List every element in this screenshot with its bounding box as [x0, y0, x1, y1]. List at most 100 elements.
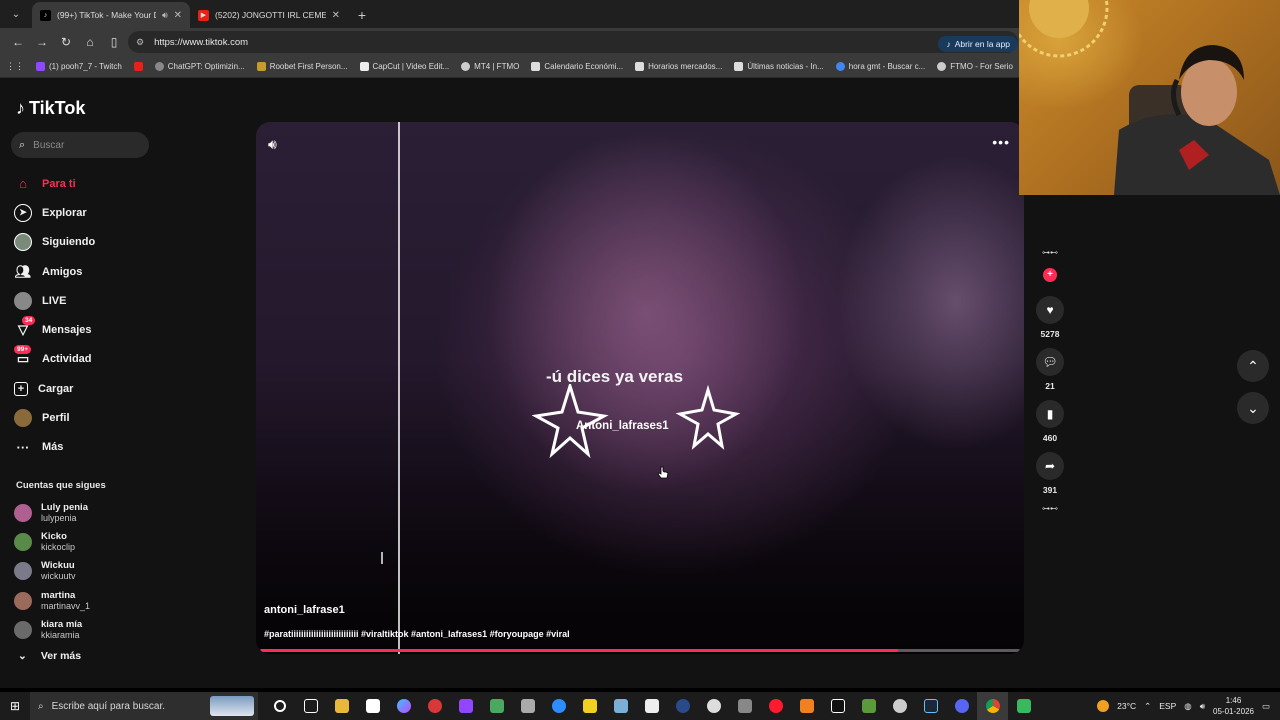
file-explorer-icon[interactable]: [326, 692, 357, 720]
video-progress-bar[interactable]: [260, 649, 1020, 652]
bookmark-item[interactable]: ChatGPT: Optimizin...: [154, 62, 245, 71]
steam-icon[interactable]: [915, 692, 946, 720]
open-in-app-button[interactable]: ♪ Abrir en la app: [938, 36, 1018, 52]
split-view-icon[interactable]: ▯: [102, 30, 126, 54]
creator-avatar-button[interactable]: ⊶⊷ +: [1030, 248, 1070, 282]
search-input[interactable]: ⌕ Buscar: [11, 132, 149, 158]
chrome-icon[interactable]: [977, 692, 1008, 720]
chevron-up-icon[interactable]: ⌃: [1144, 701, 1151, 712]
forward-arrow-icon[interactable]: →: [30, 30, 54, 54]
bookmark-item[interactable]: [133, 62, 143, 71]
see-more-button[interactable]: ⌄ Ver más: [18, 650, 81, 662]
capcut-app-icon[interactable]: [636, 692, 667, 720]
network-icon[interactable]: ◍: [1184, 701, 1191, 712]
address-bar[interactable]: ⚙ https://www.tiktok.com ♪ Abrir en la a…: [128, 31, 1018, 53]
zoom-icon[interactable]: [543, 692, 574, 720]
like-button[interactable]: ♥ 5278: [1030, 296, 1070, 339]
site-info-icon[interactable]: ⚙: [136, 37, 144, 48]
screen: ⌄ ♪ (99+) TikTok - Make Your Da 🔊︎ ✕ ▶ (…: [0, 0, 1280, 720]
bookmark-item[interactable]: Roobet First Person...: [256, 62, 348, 71]
app-icon[interactable]: [1008, 692, 1039, 720]
sidebar-item-para-ti[interactable]: ⌂ Para ti: [14, 169, 154, 198]
clock[interactable]: 1:46 05-01-2026: [1213, 695, 1254, 717]
sidebar-item-mas[interactable]: ··· Más: [14, 433, 154, 462]
bookmark-item[interactable]: hora gmt - Buscar c...: [835, 62, 925, 71]
windows-start-icon[interactable]: ⊞: [0, 692, 30, 720]
bookmark-item[interactable]: FTMO - For Serio: [937, 62, 1013, 71]
music-disc-button[interactable]: ⊶⊷: [1030, 504, 1070, 518]
more-options-icon[interactable]: •••: [992, 134, 1010, 150]
language-indicator[interactable]: ESP: [1159, 701, 1176, 711]
twitch-app-icon[interactable]: [450, 692, 481, 720]
bookmark-item[interactable]: Últimas noticias - In...: [734, 62, 824, 71]
settings-gear-icon[interactable]: [698, 692, 729, 720]
video-caption[interactable]: #paratiiiiiiiiiiiiiiiiiiiiiiiiiii #viral…: [264, 629, 570, 639]
nav-label: Siguiendo: [42, 236, 96, 249]
app-icon[interactable]: [791, 692, 822, 720]
apps-grid-icon[interactable]: ⋮⋮: [6, 61, 24, 72]
tab-tiktok[interactable]: ♪ (99+) TikTok - Make Your Da 🔊︎ ✕: [32, 2, 190, 28]
app-icon[interactable]: [605, 692, 636, 720]
bookmark-item[interactable]: (1) pooh7_7 - Twitch: [36, 62, 122, 71]
home-button-icon[interactable]: ⌂: [78, 30, 102, 54]
comment-button[interactable]: 💬︎ 21: [1030, 348, 1070, 391]
discord-icon[interactable]: [946, 692, 977, 720]
app-icon[interactable]: [667, 692, 698, 720]
following-item[interactable]: Wickuu wickuutv: [14, 557, 154, 586]
vm-app-icon[interactable]: [512, 692, 543, 720]
volume-icon[interactable]: 🔊︎: [268, 136, 277, 153]
task-view-icon[interactable]: [295, 692, 326, 720]
video-player[interactable]: 🔊︎ ••• -ú dices ya veras Antoni_lafrases…: [256, 122, 1024, 654]
notes-icon[interactable]: [574, 692, 605, 720]
sidebar-item-mensajes[interactable]: ▽ 34 Mensajes: [14, 315, 154, 344]
next-video-button[interactable]: ⌄: [1237, 392, 1269, 424]
share-button[interactable]: ➦ 391: [1030, 452, 1070, 495]
document-icon[interactable]: [357, 692, 388, 720]
speaker-icon[interactable]: 🔊︎: [1200, 701, 1205, 712]
notifications-icon[interactable]: ▭: [1262, 701, 1270, 712]
taskbar-search-input[interactable]: ⌕ Escribe aquí para buscar.: [30, 692, 258, 720]
app-icon[interactable]: [884, 692, 915, 720]
minecraft-icon[interactable]: [853, 692, 884, 720]
weather-icon[interactable]: [1097, 700, 1110, 712]
app-icon[interactable]: [729, 692, 760, 720]
copilot-icon[interactable]: [388, 692, 419, 720]
sidebar-item-explorar[interactable]: ➤ Explorar: [14, 198, 154, 227]
video-author[interactable]: antoni_lafrase1: [264, 604, 345, 616]
tab-search-button[interactable]: ⌄: [4, 2, 28, 26]
cortana-icon[interactable]: [264, 692, 295, 720]
red-app-icon[interactable]: [419, 692, 450, 720]
sidebar-item-actividad[interactable]: ▭ 99+ Actividad: [14, 345, 154, 374]
new-tab-button[interactable]: +: [352, 5, 372, 25]
drive-icon[interactable]: [481, 692, 512, 720]
video-glitch-line: [381, 552, 383, 564]
save-button[interactable]: ▮ 460: [1030, 400, 1070, 443]
tiktok-logo[interactable]: ♪ TikTok: [16, 98, 85, 119]
tab-close-icon[interactable]: ✕: [174, 10, 182, 21]
following-item[interactable]: kiara mía kkiaramia: [14, 615, 154, 644]
following-item[interactable]: Luly penia lulypenia: [14, 498, 154, 527]
sidebar-item-cargar[interactable]: + Cargar: [14, 374, 154, 403]
reload-icon[interactable]: ↻: [54, 30, 78, 54]
following-item[interactable]: Kicko kickoclip: [14, 527, 154, 556]
video-watermark-text: Antoni_lafrases1: [576, 420, 669, 432]
tab-audio-icon[interactable]: 🔊︎: [162, 10, 168, 21]
tab-youtube[interactable]: ▶ (5202) JONGOTTI IRL CEMENT ✕: [190, 2, 348, 28]
back-arrow-icon[interactable]: ←: [6, 30, 30, 54]
follow-plus-icon[interactable]: +: [1043, 268, 1057, 282]
bookmark-item[interactable]: CapCut | Video Edit...: [359, 62, 449, 71]
sidebar-item-perfil[interactable]: Perfil: [14, 403, 154, 432]
tab-close-icon[interactable]: ✕: [332, 10, 340, 21]
previous-video-button[interactable]: ⌃: [1237, 350, 1269, 382]
sidebar-item-amigos[interactable]: 👥︎ Amigos: [14, 257, 154, 286]
sidebar-item-siguiendo[interactable]: Siguiendo: [14, 228, 154, 257]
opera-icon[interactable]: [760, 692, 791, 720]
bookmark-item[interactable]: Calendario Económi...: [531, 62, 623, 71]
weather-text[interactable]: 23°C: [1117, 701, 1136, 711]
tiktok-app-icon[interactable]: [822, 692, 853, 720]
bookmark-item[interactable]: Horarios mercados...: [635, 62, 722, 71]
sidebar-item-live[interactable]: LIVE: [14, 286, 154, 315]
following-item[interactable]: martina martinavv_1: [14, 586, 154, 615]
clock-date: 05-01-2026: [1213, 707, 1254, 716]
bookmark-item[interactable]: MT4 | FTMO: [461, 62, 519, 71]
